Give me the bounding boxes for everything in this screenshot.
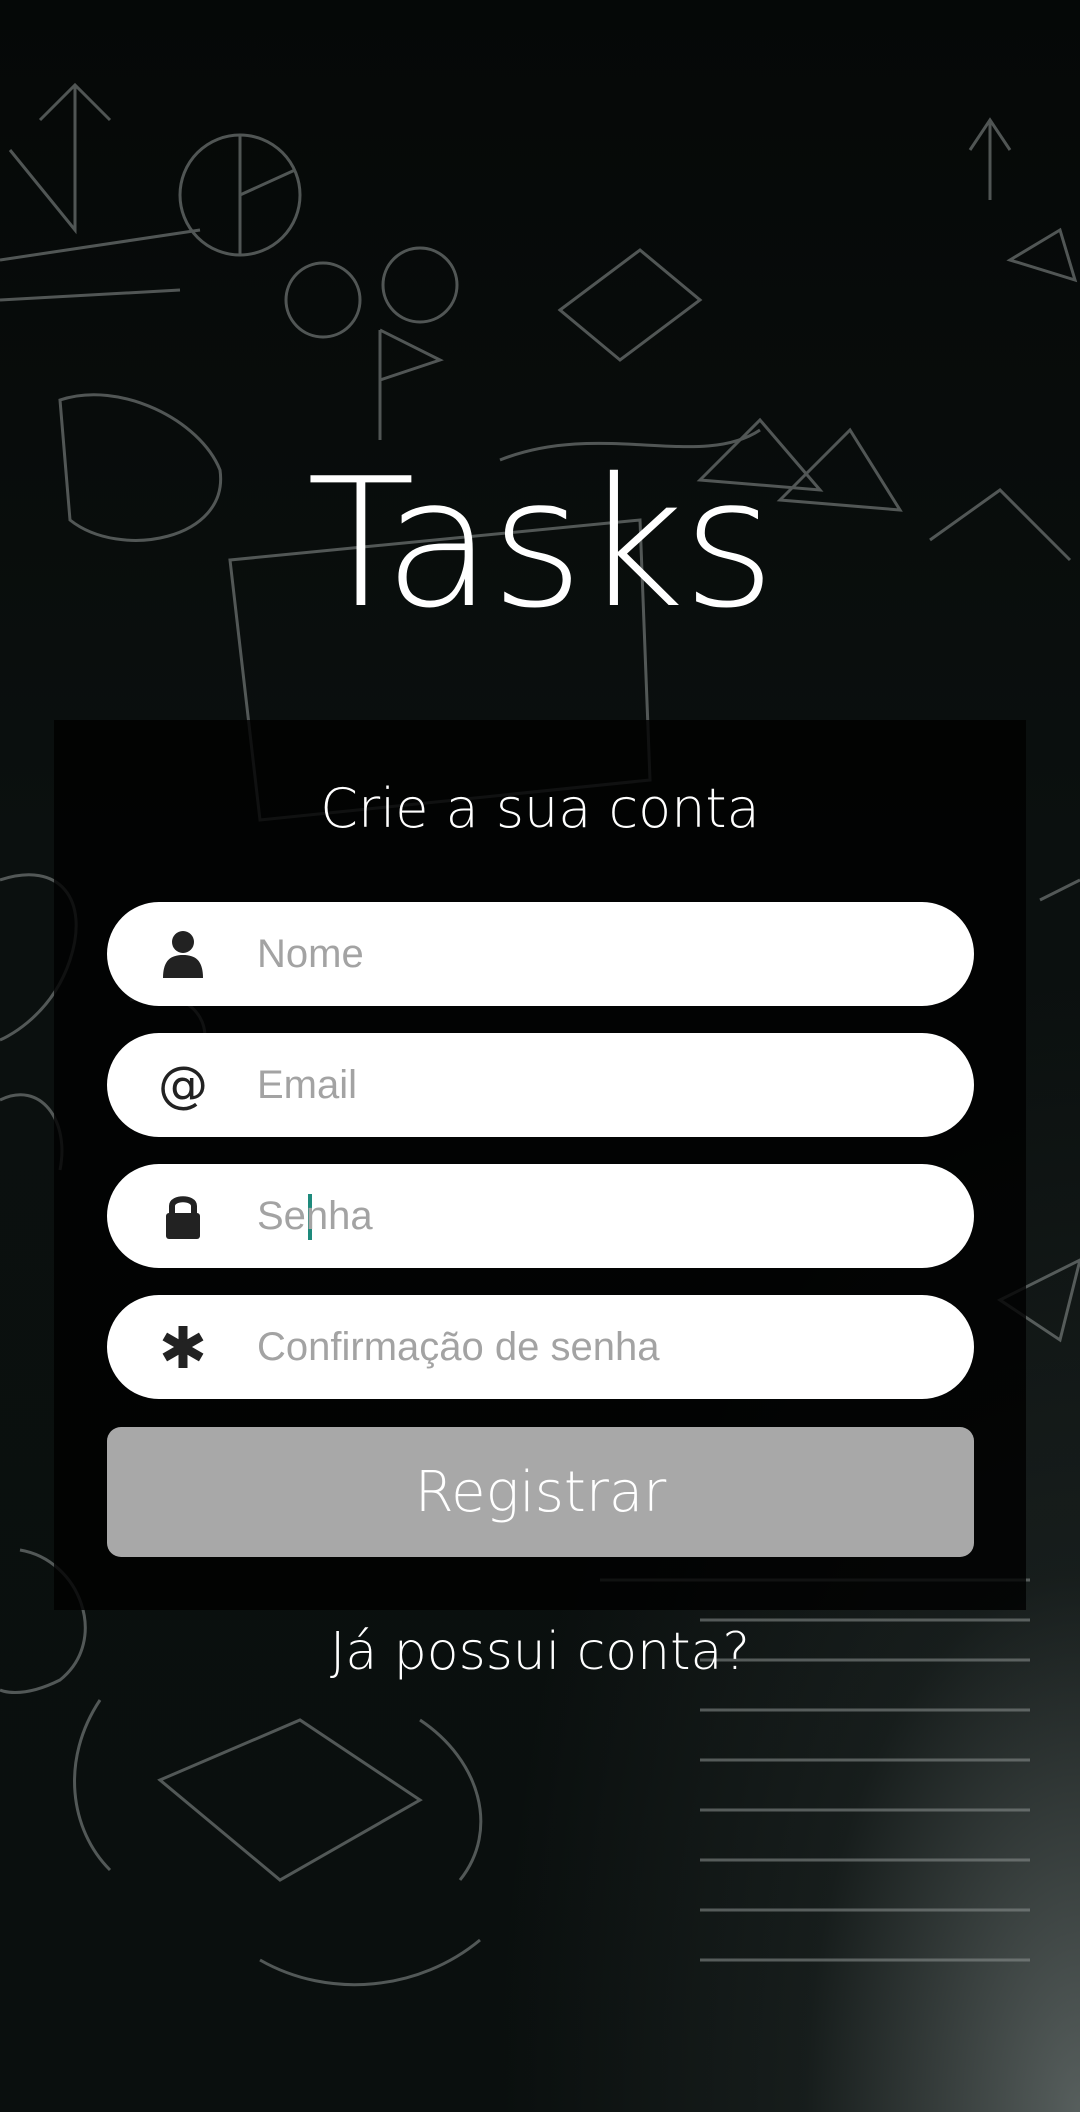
- password-field[interactable]: [107, 1164, 974, 1268]
- user-icon: [155, 902, 211, 1006]
- register-form-panel: Crie a sua conta @: [54, 720, 1026, 1610]
- confirm-password-input[interactable]: [257, 1295, 937, 1399]
- confirm-password-field[interactable]: [107, 1295, 974, 1399]
- name-field[interactable]: [107, 902, 974, 1006]
- app-title: Tasks: [306, 440, 776, 647]
- name-input[interactable]: [257, 902, 937, 1006]
- lock-icon: [155, 1164, 211, 1268]
- login-link[interactable]: Já possui conta?: [0, 1622, 1080, 1682]
- email-input[interactable]: [257, 1033, 937, 1137]
- register-button[interactable]: Registrar: [107, 1427, 974, 1557]
- form-heading: Crie a sua conta: [320, 777, 760, 840]
- register-screen: Tasks Crie a sua conta @: [0, 0, 1080, 2112]
- email-field[interactable]: @: [107, 1033, 974, 1137]
- password-input[interactable]: [257, 1164, 937, 1268]
- asterisk-icon: [155, 1295, 211, 1399]
- at-sign-icon: @: [155, 1033, 211, 1137]
- at-sign-glyph: @: [158, 1056, 208, 1114]
